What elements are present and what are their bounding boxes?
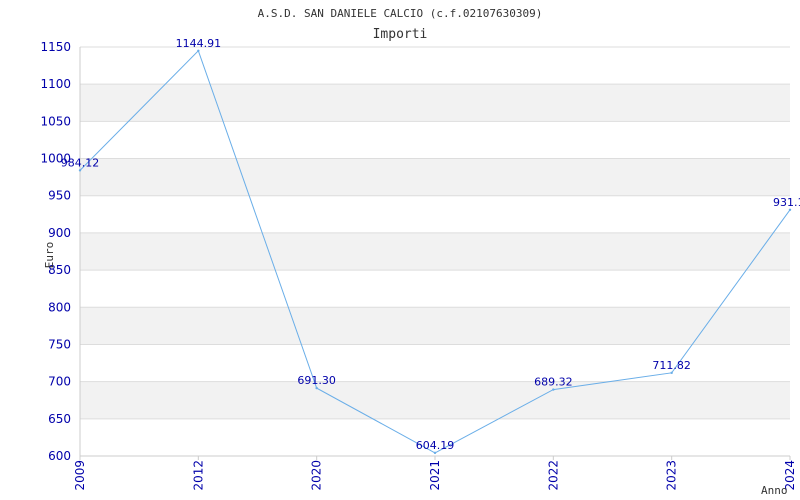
data-label: 1144.91 [176, 37, 222, 50]
line-chart: 6006507007508008509009501000105011001150… [40, 7, 800, 497]
x-tick-label: 2023 [665, 460, 679, 491]
background-band [80, 381, 790, 419]
background-band [80, 307, 790, 345]
y-tick-label: 800 [48, 300, 71, 314]
x-tick-label: 2021 [428, 460, 442, 491]
data-point [315, 386, 318, 390]
data-label: 984.12 [61, 156, 100, 169]
x-tick-labels: 2009 2012 2020 2021 2022 2023 2024 [73, 456, 797, 491]
x-tick-label: 2020 [310, 460, 324, 491]
data-label: 931.1 [773, 196, 800, 209]
y-tick-label: 700 [48, 375, 71, 389]
data-point [197, 49, 200, 52]
y-tick-label: 750 [48, 337, 71, 351]
background-band [80, 84, 790, 122]
chart-title: A.S.D. SAN DANIELE CALCIO (c.f.021076303… [258, 7, 543, 20]
data-point [670, 371, 673, 375]
y-tick-label: 1150 [40, 40, 71, 54]
data-point [433, 451, 437, 455]
data-point [552, 388, 555, 391]
y-tick-label: 650 [48, 412, 71, 426]
y-axis-label: Euro [43, 242, 56, 269]
data-label: 711.82 [652, 359, 691, 372]
background-band [80, 158, 790, 196]
data-point [78, 169, 82, 172]
y-tick-label: 600 [48, 449, 71, 463]
x-tick-label: 2022 [546, 460, 560, 491]
y-tick-label: 950 [48, 189, 71, 203]
y-tick-label: 900 [48, 226, 71, 240]
background-band [80, 232, 790, 271]
data-label: 691.30 [297, 374, 336, 387]
data-point [788, 208, 792, 211]
y-tick-label: 1100 [40, 77, 71, 91]
x-tick-label: 2009 [73, 460, 87, 491]
chart-subtitle: Importi [373, 27, 428, 42]
data-label: 689.32 [534, 376, 573, 389]
x-tick-label: 2012 [191, 460, 205, 491]
data-label: 604.19 [416, 439, 455, 452]
x-axis-label: Anno [761, 484, 788, 497]
y-tick-label: 1050 [40, 114, 71, 128]
